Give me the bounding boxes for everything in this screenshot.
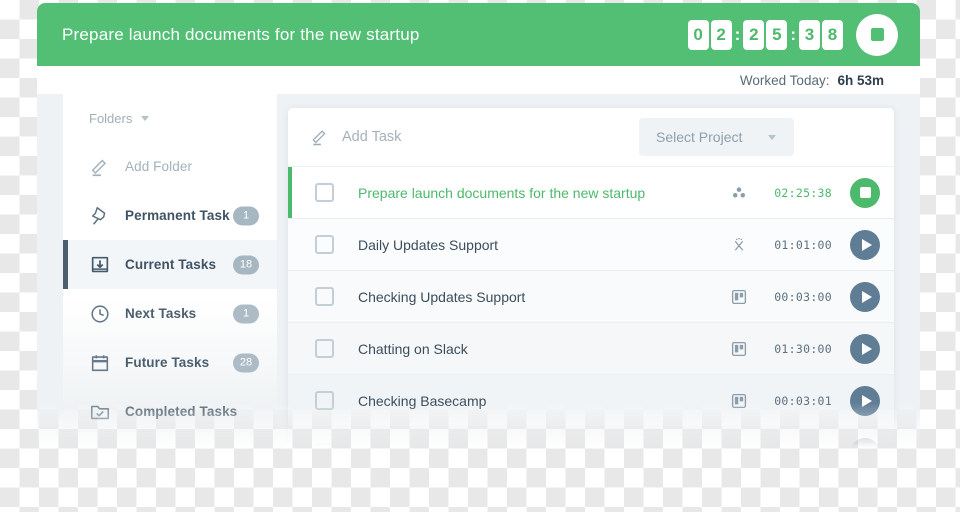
task-play-button[interactable] bbox=[850, 333, 880, 364]
stop-icon bbox=[870, 28, 884, 41]
task-name: Daily Updates Support bbox=[358, 236, 499, 253]
timer-digit: 2 bbox=[710, 19, 732, 50]
clock-icon bbox=[89, 303, 111, 325]
folders-label: Folders bbox=[89, 110, 133, 126]
chevron-down-icon bbox=[768, 134, 776, 140]
page-title: Prepare launch documents for the new sta… bbox=[62, 24, 420, 44]
table-row[interactable]: Daily Updates Support 01:01:00 bbox=[288, 219, 894, 271]
select-project-dropdown[interactable]: Select Project bbox=[639, 118, 794, 156]
worked-today-bar: Worked Today: 6h 53m bbox=[37, 66, 920, 94]
pencil-icon bbox=[89, 156, 111, 178]
task-name: Chatting on Slack bbox=[358, 340, 468, 357]
timer-digit: 2 bbox=[743, 19, 765, 50]
sidebar-item-badge: 28 bbox=[233, 353, 259, 372]
pin-icon bbox=[89, 205, 111, 227]
stop-icon bbox=[859, 187, 871, 198]
sidebar-item-label: Completed Tasks bbox=[125, 404, 238, 419]
timer-digit: 5 bbox=[766, 19, 788, 50]
sidebar-item-completed-tasks[interactable]: Completed Tasks bbox=[63, 387, 277, 436]
timer-colon: : bbox=[734, 24, 741, 44]
calendar-icon bbox=[89, 352, 111, 374]
play-icon bbox=[861, 290, 872, 303]
task-checkbox[interactable] bbox=[315, 339, 334, 358]
sidebar-item-label: Current Tasks bbox=[125, 257, 217, 272]
table-row[interactable]: Checking Email 00:20:20 bbox=[288, 427, 894, 448]
table-row[interactable]: Checking Updates Support 00:03:00 bbox=[288, 271, 894, 323]
jira-icon bbox=[730, 444, 748, 449]
sidebar-item-future-tasks[interactable]: Future Tasks 28 bbox=[63, 338, 277, 387]
task-name: Prepare launch documents for the new sta… bbox=[358, 184, 646, 201]
jira-icon bbox=[730, 236, 748, 254]
table-row[interactable]: Checking Basecamp 00:03:01 bbox=[288, 375, 894, 427]
task-time: 00:20:20 bbox=[774, 446, 832, 449]
add-folder-label: Add Folder bbox=[125, 159, 193, 174]
timer-colon: : bbox=[790, 24, 796, 44]
sidebar-item-badge: 1 bbox=[233, 304, 259, 323]
task-checkbox[interactable] bbox=[315, 235, 334, 254]
task-name: Checking Email bbox=[358, 445, 455, 449]
task-play-button[interactable] bbox=[850, 385, 880, 416]
task-time: 02:25:38 bbox=[774, 185, 832, 200]
table-row[interactable]: Prepare launch documents for the new sta… bbox=[288, 167, 894, 219]
trello-icon bbox=[730, 288, 748, 306]
sidebar-item-badge: 18 bbox=[233, 255, 259, 274]
play-icon bbox=[861, 394, 872, 407]
task-name: Checking Updates Support bbox=[358, 288, 526, 305]
trello-icon bbox=[730, 340, 748, 358]
header-timer: 0 2 : 2 5 : 3 8 bbox=[687, 19, 844, 50]
app-body: Folders Add Folder Permanent Task 1 Curr… bbox=[37, 94, 920, 448]
header-stop-button[interactable] bbox=[856, 13, 898, 56]
sidebar-item-next-tasks[interactable]: Next Tasks 1 bbox=[63, 289, 277, 338]
timer-digit: 8 bbox=[822, 19, 843, 50]
app-header: Prepare launch documents for the new sta… bbox=[37, 3, 920, 66]
sidebar-item-label: Permanent Task bbox=[125, 208, 230, 223]
select-project-label: Select Project bbox=[656, 129, 743, 145]
add-task-label: Add Task bbox=[342, 129, 402, 145]
sidebar: Folders Add Folder Permanent Task 1 Curr… bbox=[63, 94, 277, 448]
sidebar-item-label: Future Tasks bbox=[125, 355, 210, 370]
table-row[interactable]: Chatting on Slack 01:30:00 bbox=[288, 323, 894, 375]
trello-icon bbox=[730, 392, 748, 410]
pencil-icon bbox=[310, 127, 330, 147]
play-icon bbox=[861, 238, 872, 251]
task-checkbox[interactable] bbox=[315, 443, 334, 448]
sidebar-item-current-tasks[interactable]: Current Tasks 18 bbox=[63, 240, 277, 289]
play-icon bbox=[861, 446, 872, 448]
task-stop-button[interactable] bbox=[850, 177, 880, 208]
task-time: 01:30:00 bbox=[774, 341, 832, 356]
task-name: Checking Basecamp bbox=[358, 392, 487, 409]
worked-today-label: Worked Today: bbox=[739, 72, 830, 88]
add-folder-button[interactable]: Add Folder bbox=[63, 142, 277, 191]
task-checkbox[interactable] bbox=[315, 287, 334, 306]
worked-today-value: 6h 53m bbox=[837, 72, 884, 88]
inbox-down-icon bbox=[89, 254, 111, 276]
folders-header[interactable]: Folders bbox=[63, 94, 277, 142]
timer-digit: 0 bbox=[687, 19, 709, 50]
folder-check-icon bbox=[89, 401, 111, 423]
timer-digit: 3 bbox=[799, 19, 820, 50]
sidebar-item-permanent-task[interactable]: Permanent Task 1 bbox=[63, 191, 277, 240]
task-time: 00:03:00 bbox=[774, 289, 832, 304]
asana-icon bbox=[730, 184, 748, 202]
sidebar-item-label: Next Tasks bbox=[125, 306, 197, 321]
app-card: Prepare launch documents for the new sta… bbox=[37, 3, 920, 448]
task-checkbox[interactable] bbox=[315, 183, 334, 202]
task-time: 00:03:01 bbox=[774, 393, 832, 408]
chevron-down-icon bbox=[141, 115, 150, 121]
sidebar-item-badge: 1 bbox=[233, 206, 259, 225]
task-checkbox[interactable] bbox=[315, 391, 334, 410]
main-content: Add Task Select Project Prepare launch d… bbox=[288, 94, 894, 448]
task-panel: Add Task Select Project Prepare launch d… bbox=[288, 108, 894, 448]
task-time: 01:01:00 bbox=[774, 237, 832, 252]
task-play-button[interactable] bbox=[850, 281, 880, 312]
task-play-button[interactable] bbox=[850, 437, 880, 448]
play-icon bbox=[861, 342, 872, 355]
task-play-button[interactable] bbox=[850, 229, 880, 260]
add-task-row[interactable]: Add Task Select Project bbox=[288, 108, 894, 167]
